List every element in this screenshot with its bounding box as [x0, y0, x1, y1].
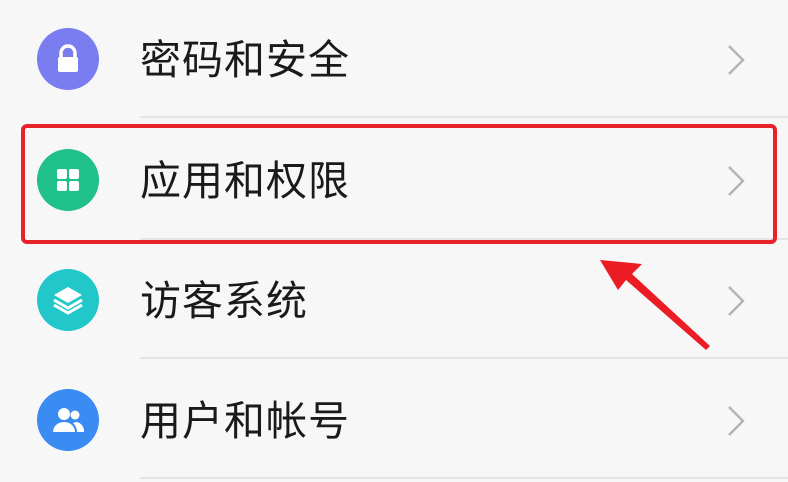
chevron-right-icon: [728, 286, 745, 316]
settings-item-guest-system[interactable]: 访客系统: [0, 240, 788, 360]
divider: [140, 116, 788, 118]
lock-icon: [37, 28, 99, 90]
settings-item-label: 应用和权限: [140, 157, 350, 205]
chevron-right-icon: [728, 166, 745, 196]
app-grid-icon: [37, 149, 99, 211]
chevron-right-icon: [728, 45, 745, 75]
divider: [140, 357, 788, 359]
layers-icon: [37, 269, 99, 331]
settings-item-apps-permissions[interactable]: 应用和权限: [0, 120, 788, 240]
settings-list: 密码和安全 应用和权限 访客系统 用户和帐号: [0, 0, 788, 482]
settings-item-label: 访客系统: [140, 277, 308, 325]
settings-item-users-accounts[interactable]: 用户和帐号: [0, 360, 788, 480]
settings-item-label: 用户和帐号: [140, 397, 350, 445]
settings-item-password-security[interactable]: 密码和安全: [0, 0, 788, 120]
settings-item-label: 密码和安全: [140, 36, 350, 84]
users-icon: [37, 389, 99, 451]
chevron-right-icon: [728, 406, 745, 436]
divider: [140, 477, 788, 479]
